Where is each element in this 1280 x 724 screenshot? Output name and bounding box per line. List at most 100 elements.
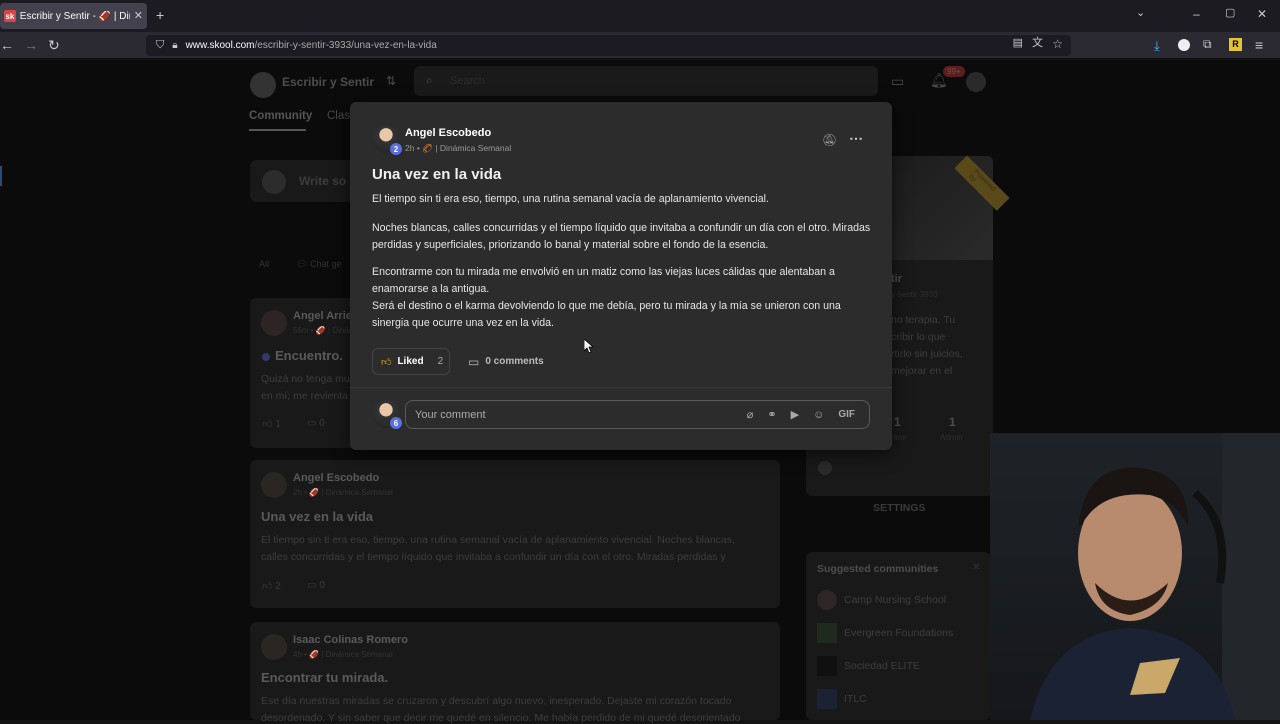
post-meta: 2h • 🏈︎ | Dinámica Semanal xyxy=(405,143,512,153)
new-tab-icon[interactable]: + xyxy=(156,8,164,22)
group-logo[interactable] xyxy=(250,72,276,98)
post-category[interactable]: | Dinámica Semanal xyxy=(435,143,511,153)
stat-value: 1 xyxy=(949,415,956,429)
divider xyxy=(350,387,892,388)
post-excerpt: El tiempo sin ti era eso, tiempo, una ru… xyxy=(261,534,735,546)
post-avatar xyxy=(261,472,287,498)
url-domain: www.skool.com xyxy=(185,40,255,51)
lock-icon[interactable]: 🔒︎ xyxy=(172,40,177,51)
filter-chat[interactable]: 💬︎ Chat ge xyxy=(296,259,341,270)
more-options-icon[interactable]: ⋯ xyxy=(849,130,863,147)
minimize-icon[interactable]: – xyxy=(1193,8,1200,20)
mouse-cursor-icon xyxy=(584,339,594,354)
attach-icon[interactable]: ⌀ xyxy=(747,408,754,421)
post-title[interactable]: Una vez en la vida xyxy=(261,509,373,524)
post-like-count: 1 xyxy=(275,419,281,430)
stat-label: Admin xyxy=(940,433,963,442)
community-item[interactable]: Sociedad ELITE xyxy=(844,660,920,672)
author-name[interactable]: Angel Escobedo xyxy=(405,127,491,139)
back-icon[interactable]: ← xyxy=(0,38,14,52)
extension-clock-icon[interactable] xyxy=(1178,39,1190,51)
football-icon: 🏈︎ xyxy=(422,143,433,153)
emoji-icon[interactable]: ☺ xyxy=(813,409,824,421)
like-icon: 👍︎ xyxy=(262,419,273,430)
url-text[interactable]: www.skool.com/escribir-y-sentir-3933/una… xyxy=(186,40,437,51)
post-author[interactable]: Isaac Colinas Romero xyxy=(293,634,408,646)
close-tab-icon[interactable]: ✕ xyxy=(134,10,143,22)
extension-r-icon[interactable]: R xyxy=(1229,38,1242,51)
comments-label: 0 comments xyxy=(485,356,544,367)
chat-icon[interactable]: ▭ xyxy=(891,73,904,90)
maximize-icon[interactable]: ▢ xyxy=(1225,8,1235,19)
post-comments[interactable]: ▭ 0 xyxy=(307,580,325,591)
chat-filter-icon: 💬︎ xyxy=(296,259,308,269)
community-item[interactable]: Camp Nursing School xyxy=(844,594,946,606)
member-avatar xyxy=(818,461,832,475)
post-title[interactable]: Encontrar tu mirada. xyxy=(261,670,388,685)
close-suggested-icon[interactable]: ✕ xyxy=(972,562,980,573)
close-window-icon[interactable]: ✕ xyxy=(1257,8,1267,20)
bell-mute-icon[interactable]: 🔕︎ xyxy=(822,133,837,147)
link-icon[interactable]: ⚭ xyxy=(767,408,776,421)
post-author[interactable]: Angel Arrie xyxy=(293,310,352,322)
nav-community[interactable]: Community xyxy=(249,110,312,122)
extensions-icon[interactable]: ⧉ xyxy=(1203,38,1212,50)
post-likes[interactable]: 👍︎ 2 xyxy=(262,580,281,592)
stat-label: line xyxy=(894,433,907,442)
post-modal: 2 Angel Escobedo 2h • 🏈︎ | Dinámica Sema… xyxy=(350,102,892,450)
group-desc-line: no terapia. Tu xyxy=(891,314,956,326)
post-likes[interactable]: 👍︎ 1 xyxy=(262,418,281,430)
forward-icon[interactable]: → xyxy=(24,38,38,52)
gif-button[interactable]: GIF xyxy=(838,409,855,420)
post-author[interactable]: Angel Escobedo xyxy=(293,472,379,484)
post-comments[interactable]: ▭ 0 xyxy=(307,418,325,429)
search-bar[interactable]: ⌕ Search xyxy=(414,66,878,96)
post-meta: 2h • 🏈 | Dinámica Semanal xyxy=(293,488,393,497)
comment-icon: ▭ xyxy=(307,580,317,591)
tab-title: Escribir y Sentir - 🏈 | Dinámica xyxy=(19,10,130,22)
settings-button[interactable]: SETTINGS xyxy=(873,502,926,514)
post-like-count: 2 xyxy=(275,581,281,592)
comment-input[interactable]: Your comment ⌀ ⚭ ▶ ☺ GIF xyxy=(405,400,870,429)
address-bar[interactable]: ⛉ 🔒︎ www.skool.com/escribir-y-sentir-393… xyxy=(146,35,1071,56)
user-avatar[interactable] xyxy=(966,72,986,92)
translate-icon[interactable]: 文 xyxy=(1032,38,1043,49)
post-comment-count: 0 xyxy=(319,418,325,429)
post-meta: 4h • 🏈 | Dinámica Semanal xyxy=(293,650,393,659)
post-avatar xyxy=(261,310,287,336)
webcam-person xyxy=(1030,433,1280,720)
post-excerpt: Ese día nuestras miradas se cruzaron y d… xyxy=(261,695,732,707)
comments-button[interactable]: ▭ 0 comments xyxy=(468,348,544,375)
feed-post[interactable]: Isaac Colinas Romero 4h • 🏈 | Dinámica S… xyxy=(250,622,780,724)
post-excerpt-2: calles concurridas y el tiempo líquido q… xyxy=(261,551,726,563)
filter-all[interactable]: All xyxy=(259,259,269,269)
reader-view-icon[interactable]: ▤ xyxy=(1013,38,1023,49)
community-logo xyxy=(817,656,837,676)
browser-tab[interactable]: sk Escribir y Sentir - 🏈 | Dinámica ✕ xyxy=(0,3,147,29)
like-count: 2 xyxy=(437,356,444,367)
community-logo xyxy=(817,590,837,610)
group-name[interactable]: Escribir y Sentir xyxy=(282,75,374,89)
post-paragraph: El tiempo sin ti era eso, tiempo, una ru… xyxy=(372,193,769,205)
menu-icon[interactable]: ≡ xyxy=(1255,38,1263,52)
group-switcher-icon[interactable]: ⇅ xyxy=(386,74,396,88)
url-path: /escribir-y-sentir-3933/una-vez-en-la-vi… xyxy=(254,40,437,51)
write-avatar xyxy=(262,170,286,194)
webcam-overlay xyxy=(990,433,1280,720)
left-edge-indicator xyxy=(0,166,2,186)
list-tabs-icon[interactable]: ⌄ xyxy=(1136,8,1145,19)
feed-post[interactable]: Angel Escobedo 2h • 🏈 | Dinámica Semanal… xyxy=(250,460,780,608)
downloads-icon[interactable]: ⤓ xyxy=(1154,38,1160,54)
notification-count: 99+ xyxy=(943,66,965,77)
video-icon[interactable]: ▶ xyxy=(791,408,799,421)
community-item[interactable]: Evergreen Foundations xyxy=(844,627,953,639)
post-title[interactable]: Encuentro. xyxy=(275,348,343,363)
post-paragraph: Noches blancas, calles concurridas y el … xyxy=(372,222,871,251)
shield-icon[interactable]: ⛉ xyxy=(156,40,164,51)
bookmark-star-icon[interactable]: ☆ xyxy=(1052,38,1063,50)
my-level-badge: 6 xyxy=(390,417,402,429)
group-desc-line: rtirlo sin juicios, xyxy=(891,348,963,360)
community-item[interactable]: ITLC xyxy=(844,693,867,705)
liked-button[interactable]: 👍︎ Liked 2 xyxy=(372,348,450,375)
reload-icon[interactable]: ↻ xyxy=(48,38,60,52)
